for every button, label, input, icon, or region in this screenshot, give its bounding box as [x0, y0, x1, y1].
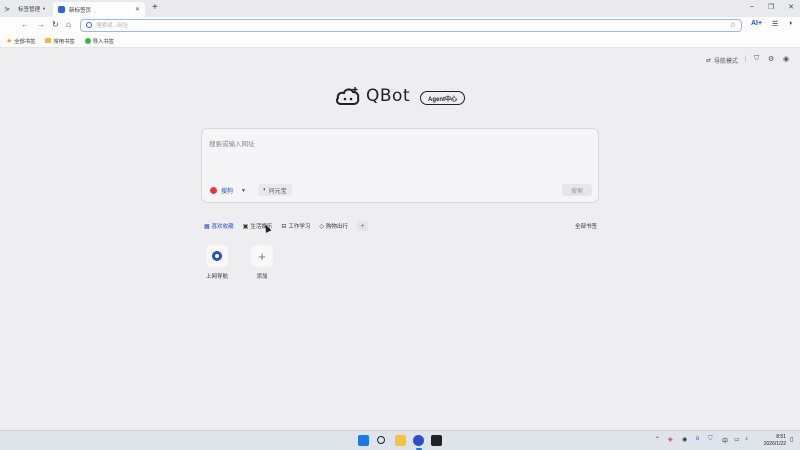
- tab-group-manager[interactable]: 标签管理 ▼: [14, 5, 52, 13]
- bookmark-all[interactable]: ★ 全部书签: [6, 37, 35, 45]
- cloud-bot-icon: [336, 87, 360, 105]
- sidebar-toggle-icon[interactable]: ⋟: [0, 5, 14, 13]
- search-input[interactable]: 搜索或输入网址: [209, 138, 255, 148]
- tray-app-icon[interactable]: ◈: [668, 436, 673, 443]
- shortcut-label: 添加: [256, 274, 268, 280]
- bookmark-label: 导入书签: [92, 38, 114, 45]
- ime-indicator[interactable]: 中: [722, 436, 728, 445]
- qbrowser-icon: [206, 245, 228, 267]
- tab-shopping-travel[interactable]: ◇ 购物出行: [319, 222, 349, 231]
- tab-title: 新标签页: [69, 7, 92, 14]
- taskbar: ⌃ ◈ ◉ ʙ ⛉ 中 ▭ ♪ 8:51 2026/1/22 ▯: [0, 430, 800, 450]
- nav-mode-label: 导航模式: [714, 59, 739, 65]
- bookmark-label: 常用书签: [53, 38, 75, 45]
- yuanbao-label: 问元宝: [268, 188, 287, 195]
- new-tab-button[interactable]: +: [152, 3, 158, 13]
- yuanbao-button[interactable]: ◐ 问元宝: [258, 184, 292, 196]
- volume-icon[interactable]: ♪: [745, 436, 748, 442]
- star-icon[interactable]: ☆: [730, 21, 736, 29]
- agent-center-button[interactable]: Agent中心: [420, 91, 465, 105]
- app-icon[interactable]: [431, 435, 442, 446]
- tag-icon: ◇: [319, 223, 325, 230]
- bookmark-common[interactable]: 常用书签: [45, 37, 75, 45]
- category-label: 工作学习: [288, 224, 311, 230]
- folder-icon: [45, 38, 52, 43]
- swap-icon: ⇄: [706, 58, 712, 64]
- shortcut-label: 上网导航: [205, 274, 228, 280]
- theme-icon[interactable]: ◑: [788, 20, 792, 27]
- plus-icon: +: [251, 245, 273, 267]
- sogou-icon: [210, 187, 217, 194]
- menu-icon[interactable]: ☰: [772, 20, 778, 28]
- eye-icon[interactable]: ◉: [783, 55, 789, 63]
- add-category-button[interactable]: +: [357, 221, 369, 231]
- forward-icon[interactable]: →: [37, 20, 45, 30]
- close-icon[interactable]: ✕: [135, 6, 140, 13]
- bookmark-import[interactable]: 导入书签: [84, 37, 114, 45]
- skin-icon[interactable]: ⛉: [754, 55, 759, 63]
- qbot-logo: QBot: [336, 86, 410, 106]
- category-tabs: ▦ 喜欢收藏 ▣ 生活娱乐 ⊟ 工作学习 ◇ 购物出行 +: [204, 221, 369, 231]
- address-bar[interactable]: 搜索或...网址 ☆: [80, 18, 742, 32]
- address-placeholder: 搜索或...网址: [96, 23, 129, 29]
- tab-group-label: 标签管理: [18, 6, 41, 13]
- file-explorer-icon[interactable]: [395, 435, 406, 446]
- shortcut-item[interactable]: 上网导航: [202, 245, 232, 280]
- notification-icon[interactable]: ▯: [790, 436, 793, 443]
- reload-icon[interactable]: ↻: [52, 20, 59, 30]
- grid-icon: ▦: [204, 223, 210, 230]
- bookmarks-bar: ★ 全部书签 常用书签 导入书签: [0, 34, 800, 48]
- windows-start-icon[interactable]: [358, 435, 369, 446]
- yuanbao-icon: ◐: [263, 187, 267, 193]
- import-icon: [84, 37, 91, 44]
- tab-favorites[interactable]: ▦ 喜欢收藏: [204, 222, 234, 231]
- back-icon[interactable]: ←: [21, 20, 29, 30]
- clock-time: 8:51: [776, 434, 786, 440]
- qq-browser-icon[interactable]: [413, 435, 424, 446]
- category-label: 喜欢收藏: [211, 224, 234, 230]
- clock[interactable]: 8:51 2026/1/22: [758, 434, 786, 448]
- engine-label: 搜狗: [221, 189, 234, 195]
- ai-button[interactable]: AI+: [751, 20, 762, 27]
- engine-selector[interactable]: 搜狗 ▼: [210, 185, 246, 196]
- browser-tab-icon: [58, 6, 65, 13]
- star-icon: ★: [6, 37, 13, 45]
- briefcase-icon: ⊟: [281, 223, 287, 230]
- toolbar: ← → ↻ ⌂ 搜索或...网址 ☆ AI+ ☰ ◑: [0, 17, 800, 34]
- tv-icon: ▣: [242, 223, 249, 230]
- divider: |: [745, 56, 747, 62]
- all-bookmarks-link[interactable]: 全部书签: [575, 222, 597, 230]
- nav-mode-toggle[interactable]: ⇄ 导航模式: [706, 56, 738, 65]
- chevron-up-icon[interactable]: ⌃: [655, 436, 660, 443]
- restore-icon[interactable]: ❐: [768, 3, 774, 11]
- tab-new-tab[interactable]: 新标签页 ✕: [53, 2, 145, 17]
- chevron-down-icon: ▼: [42, 6, 46, 11]
- search-box[interactable]: 搜索或输入网址 搜狗 ▼ ◐ 问元宝 搜索: [201, 128, 599, 203]
- bluetooth-icon[interactable]: ʙ: [696, 436, 699, 442]
- chevron-down-icon: ▼: [241, 187, 246, 194]
- settings-icon[interactable]: ⚙: [768, 55, 774, 63]
- search-engine-icon: [86, 22, 92, 28]
- add-shortcut-button[interactable]: + 添加: [247, 245, 277, 280]
- network-icon[interactable]: ▭: [734, 436, 740, 443]
- category-label: 购物出行: [326, 224, 349, 230]
- minimize-icon[interactable]: –: [750, 3, 754, 11]
- home-icon[interactable]: ⌂: [66, 20, 71, 30]
- bookmark-label: 全部书签: [14, 38, 36, 45]
- clock-date: 2026/1/22: [763, 441, 786, 447]
- tray-app-icon[interactable]: ◉: [682, 436, 687, 443]
- search-icon[interactable]: [377, 436, 385, 444]
- search-button[interactable]: 搜索: [562, 184, 592, 196]
- logo-text: QBot: [366, 86, 411, 106]
- close-window-icon[interactable]: ✕: [788, 3, 794, 11]
- window-controls: – ❐ ✕: [750, 3, 794, 11]
- tab-work-study[interactable]: ⊟ 工作学习: [281, 222, 311, 231]
- shield-icon[interactable]: ⛉: [708, 436, 713, 443]
